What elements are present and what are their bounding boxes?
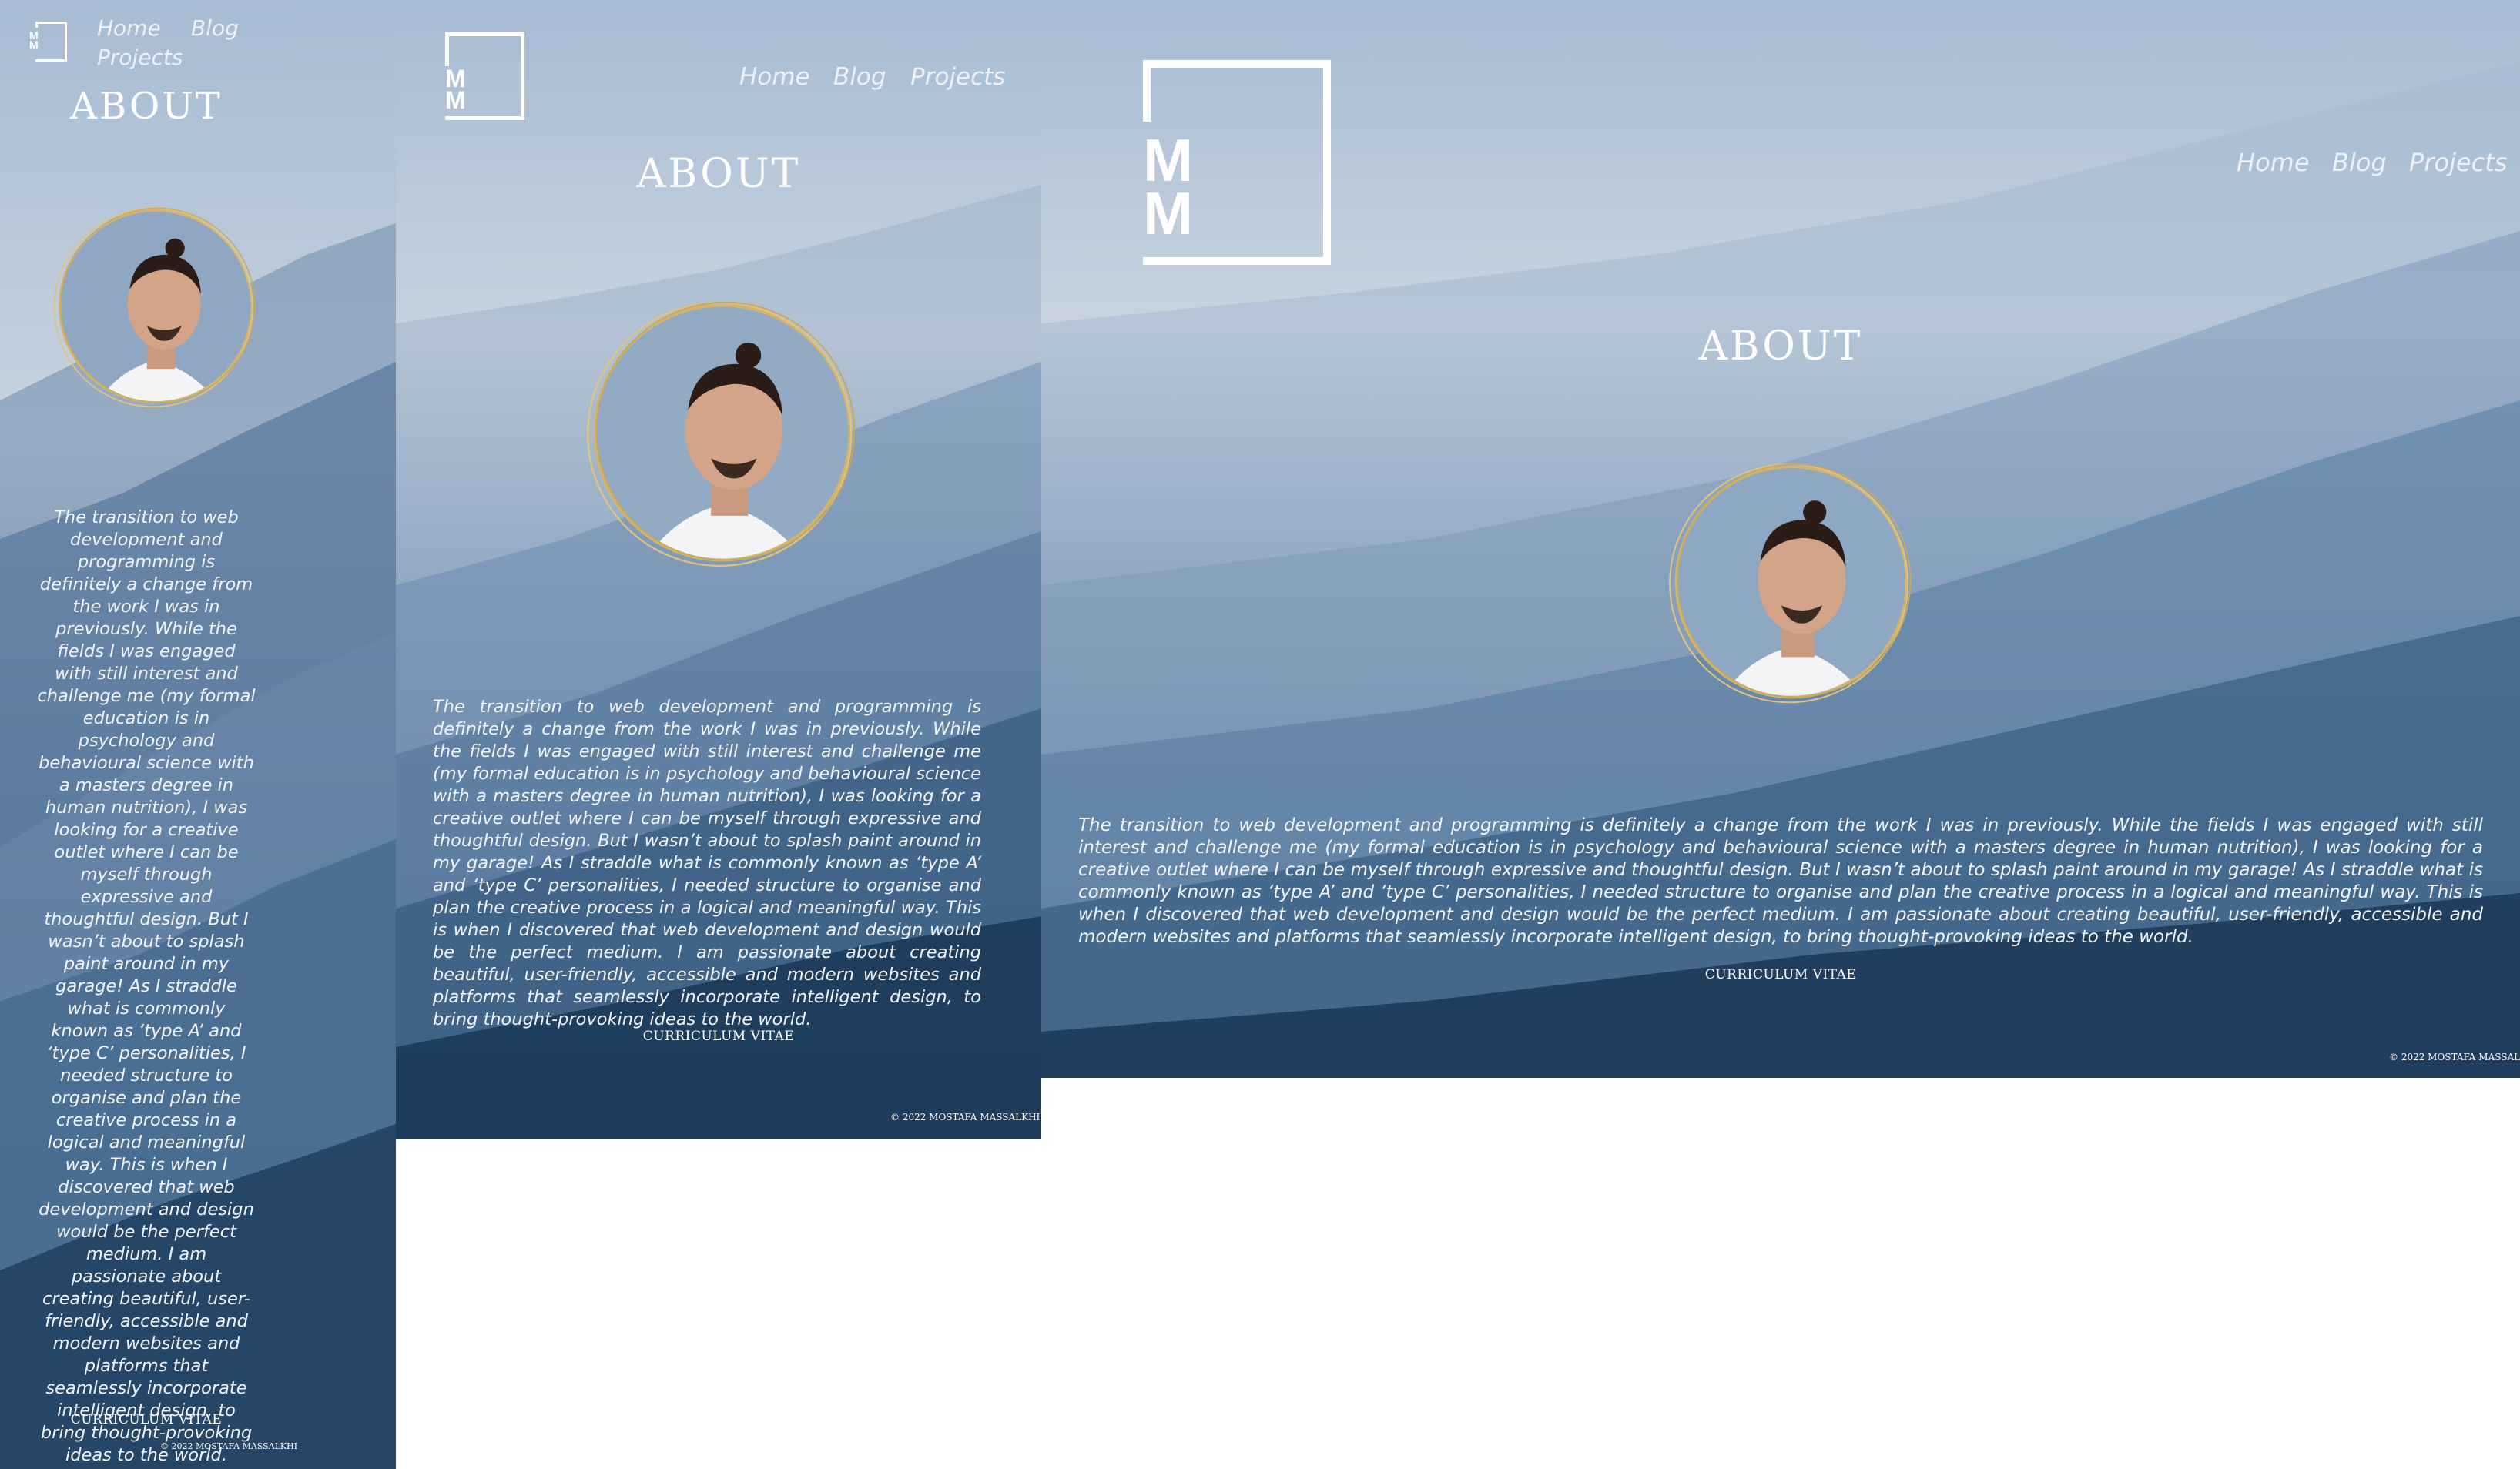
profile-photo [579, 289, 866, 576]
bio-text: The transition to web development and pr… [1078, 815, 2483, 947]
profile-photo [1662, 453, 1921, 711]
curriculum-vitae-link[interactable]: CURRICULUM VITAE [396, 1029, 1041, 1044]
nav-projects-link[interactable]: Projects [2409, 148, 2507, 177]
logo-frame [35, 22, 67, 62]
site-logo[interactable]: MM [29, 22, 68, 62]
curriculum-vitae-link[interactable]: CURRICULUM VITAE [1041, 967, 2520, 982]
page-title: ABOUT [70, 85, 223, 128]
nav-projects-link[interactable]: Projects [910, 63, 1005, 91]
copyright-text: © 2022 MOSTAFA MASSALKHI [2389, 1052, 2520, 1062]
desktop-viewport: MM Home Blog Projects ABOUT The transiti… [1041, 0, 2520, 1078]
page-title: ABOUT [636, 151, 801, 197]
nav-blog-link[interactable]: Blog [833, 63, 886, 91]
logo-letters: MM [29, 29, 39, 52]
nav-home-link[interactable]: Home [2237, 148, 2310, 177]
tablet-viewport: MM Home Blog Projects ABOUT The transiti… [396, 0, 1041, 1139]
nav-home-link[interactable]: Home [97, 15, 161, 41]
nav-blog-link[interactable]: Blog [2332, 148, 2387, 177]
bio-text: The transition to web development and pr… [37, 507, 256, 1465]
logo-frame-left [445, 32, 449, 66]
logo-letters: MM [445, 65, 466, 115]
logo-frame-left [1143, 60, 1151, 122]
logo-letters: MM [1143, 126, 1193, 247]
profile-photo [48, 199, 263, 414]
nav-projects-link[interactable]: Projects [97, 45, 183, 70]
copyright-text: © 2022 MOSTAFA MASSALKHI [890, 1112, 1041, 1123]
curriculum-vitae-link[interactable]: CURRICULUM VITAE [0, 1412, 293, 1427]
logo-frame-left [35, 22, 38, 28]
copyright-text: © 2022 MOSTAFA MASSALKHI [160, 1441, 298, 1451]
site-logo[interactable]: MM [1143, 60, 1332, 265]
mobile-viewport: MM Home Blog Projects ABOUT The transiti… [0, 0, 396, 1469]
bio-text: The transition to web development and pr… [433, 697, 981, 1029]
nav-home-link[interactable]: Home [739, 63, 810, 91]
page-title: ABOUT [1698, 323, 1863, 370]
nav-blog-link[interactable]: Blog [191, 15, 239, 41]
site-logo[interactable]: MM [445, 32, 525, 120]
